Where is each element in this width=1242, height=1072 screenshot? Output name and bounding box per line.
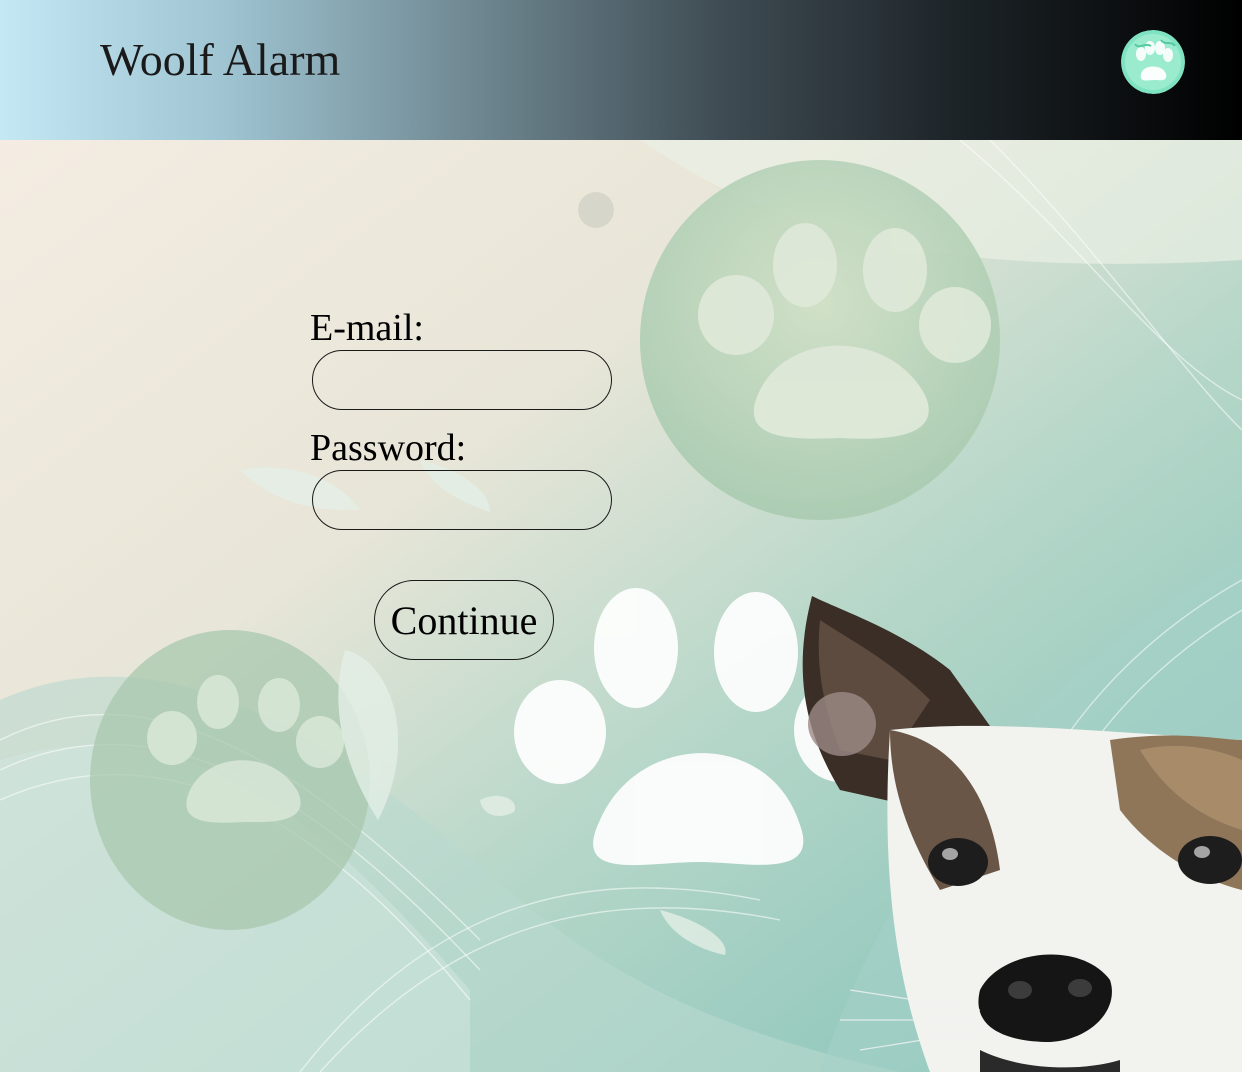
password-label: Password: <box>310 427 467 469</box>
password-field[interactable] <box>312 470 612 530</box>
email-label: E-mail: <box>310 307 424 349</box>
app-title: Woolf Alarm <box>100 34 341 85</box>
continue-button[interactable]: Continue <box>374 580 554 660</box>
app-header: Woolf Alarm <box>0 0 1242 140</box>
dog-icon <box>802 596 1242 1072</box>
profile-avatar[interactable] <box>1121 30 1185 94</box>
paw-print-icon <box>1121 30 1185 94</box>
email-field[interactable] <box>312 350 612 410</box>
login-form: E-mail: Password: Continue <box>310 306 630 660</box>
login-page: E-mail: Password: Continue <box>0 140 1242 1072</box>
